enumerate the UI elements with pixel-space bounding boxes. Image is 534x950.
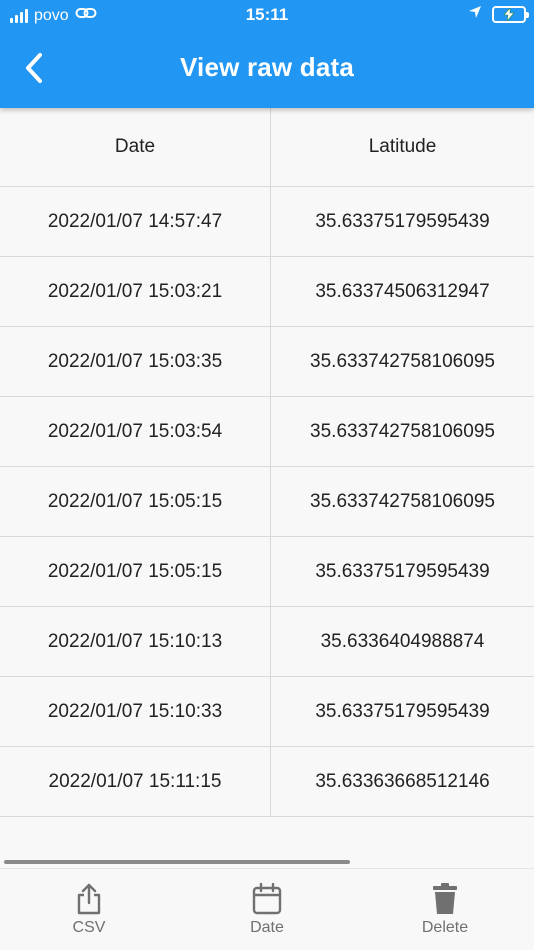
- status-time: 15:11: [245, 5, 289, 24]
- table-header-row: Date Latitude: [0, 108, 534, 187]
- csv-export-button[interactable]: CSV: [0, 869, 178, 950]
- app-bar: povo 15:11 View raw data: [0, 0, 534, 108]
- date-cell: 2022/01/07 15:03:21: [47, 280, 223, 302]
- table-row: 2022/01/07 15:05:15 35.633742758106095: [0, 467, 534, 537]
- column-header-date: Date: [114, 136, 156, 157]
- latitude-cell: 35.633742758106095: [270, 327, 534, 396]
- table-row: 2022/01/07 15:03:21 35.63374506312947: [0, 257, 534, 327]
- date-cell: 2022/01/07 15:10:13: [47, 630, 223, 652]
- latitude-cell: 35.633742758106095: [270, 467, 534, 536]
- bottom-toolbar: CSV Date Delete: [0, 868, 534, 950]
- csv-label: CSV: [72, 919, 106, 936]
- table-row: 2022/01/07 15:10:33 35.63375179595439: [0, 677, 534, 747]
- latitude-cell: 35.63374506312947: [270, 257, 534, 326]
- delete-button[interactable]: Delete: [356, 869, 534, 950]
- battery-icon: [492, 6, 529, 23]
- page-title: View raw data: [179, 52, 355, 82]
- trash-icon: [433, 883, 457, 914]
- location-arrow-icon: [468, 5, 482, 24]
- share-icon: [77, 883, 101, 915]
- latitude-cell: 35.63375179595439: [270, 677, 534, 746]
- latitude-cell: 35.6336404988874: [270, 607, 534, 676]
- horizontal-scrollbar[interactable]: [4, 860, 350, 864]
- date-button[interactable]: Date: [178, 869, 356, 950]
- calendar-icon: [252, 883, 282, 915]
- date-cell: 2022/01/07 15:03:35: [47, 350, 223, 372]
- date-cell: 2022/01/07 15:10:33: [47, 700, 223, 722]
- date-cell: 2022/01/07 15:03:54: [47, 420, 223, 442]
- table-row: 2022/01/07 15:10:13 35.6336404988874: [0, 607, 534, 677]
- table-row: 2022/01/07 15:03:54 35.633742758106095: [0, 397, 534, 467]
- date-cell: 2022/01/07 15:05:15: [47, 560, 223, 582]
- delete-label: Delete: [421, 919, 469, 936]
- column-header-latitude: Latitude: [270, 108, 534, 186]
- table-row: 2022/01/07 15:05:15 35.63375179595439: [0, 537, 534, 607]
- latitude-cell: 35.63363668512146: [270, 747, 534, 816]
- table-row: 2022/01/07 15:03:35 35.633742758106095: [0, 327, 534, 397]
- latitude-cell: 35.63375179595439: [270, 537, 534, 606]
- table-row: 2022/01/07 15:11:15 35.63363668512146: [0, 747, 534, 817]
- latitude-cell: 35.633742758106095: [270, 397, 534, 466]
- date-cell: 2022/01/07 15:11:15: [48, 770, 222, 792]
- status-bar: povo 15:11: [0, 0, 534, 30]
- date-cell: 2022/01/07 14:57:47: [47, 210, 223, 232]
- table-row: 2022/01/07 14:57:47 35.63375179595439: [0, 187, 534, 257]
- date-cell: 2022/01/07 15:05:15: [47, 490, 223, 512]
- raw-data-table: Date Latitude 2022/01/07 14:57:47 35.633…: [0, 108, 534, 817]
- date-label: Date: [250, 919, 284, 936]
- latitude-cell: 35.63375179595439: [270, 187, 534, 256]
